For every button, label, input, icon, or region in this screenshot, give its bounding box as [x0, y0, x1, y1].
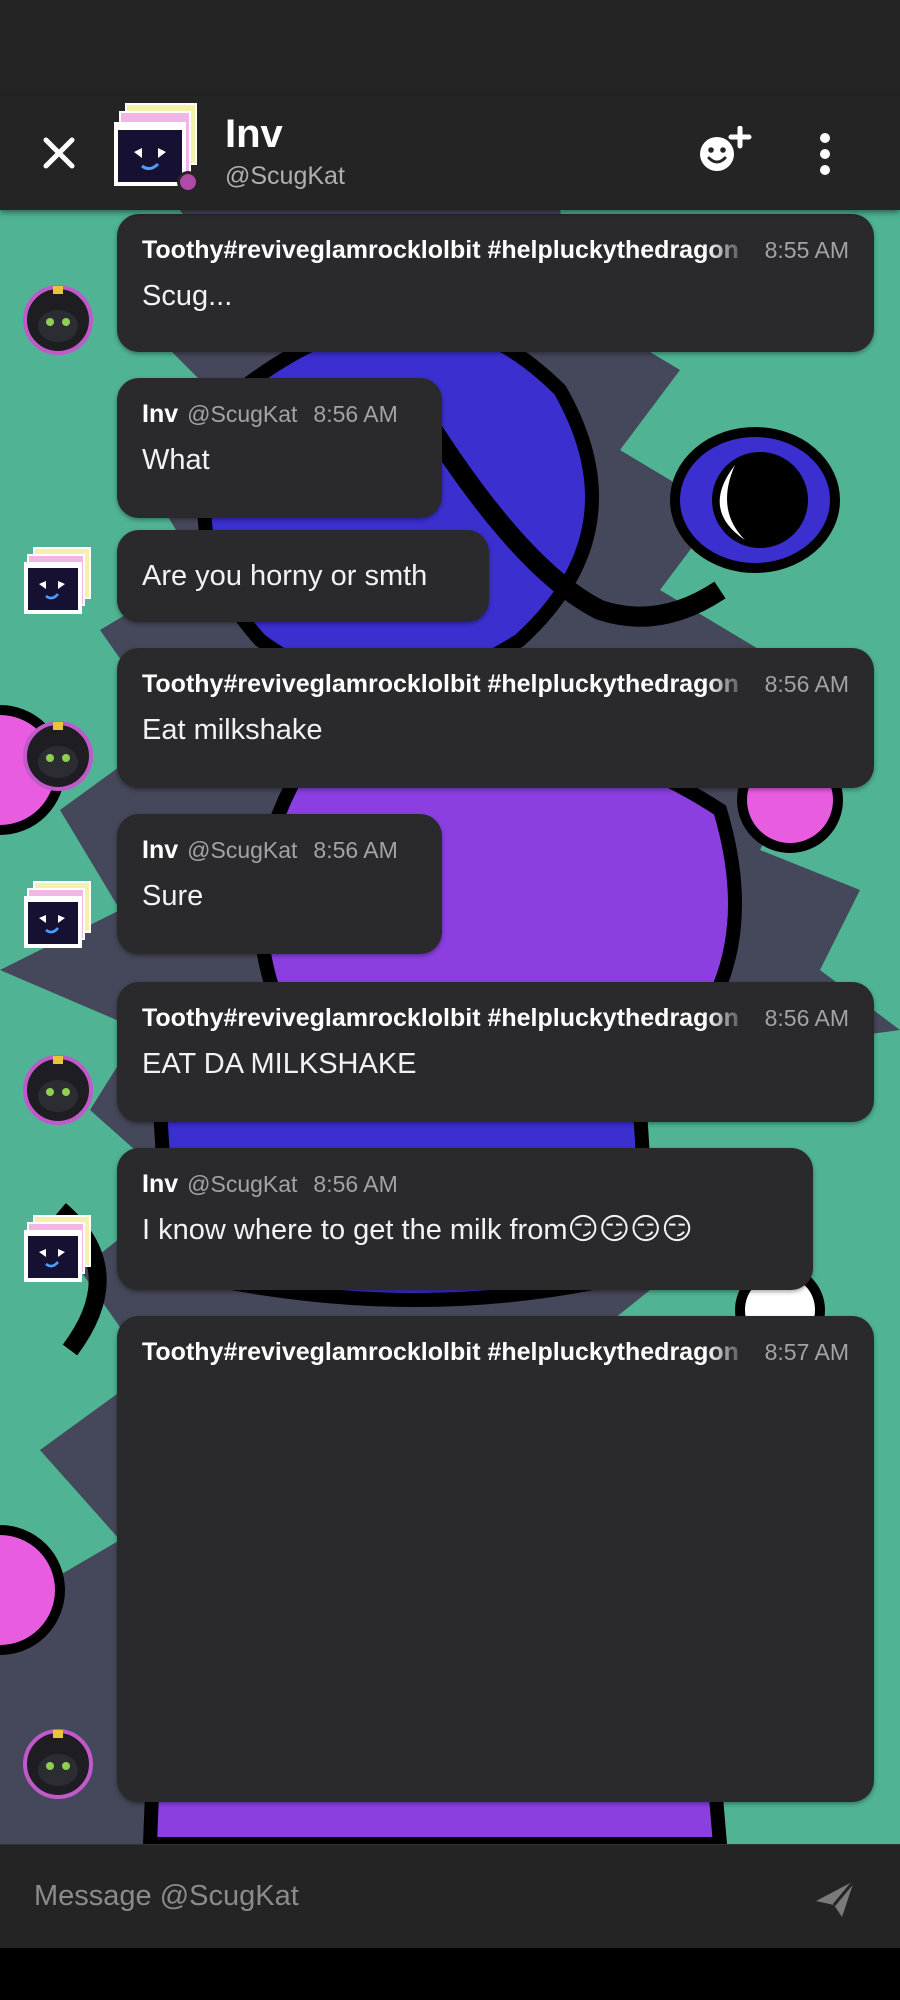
message-bubble[interactable]: Toothy#reviveglamrocklolbit #helpluckyth…	[117, 1316, 874, 1802]
message-bubble[interactable]: Toothy#reviveglamrocklolbit #helpluckyth…	[117, 648, 874, 788]
message-handle: @ScugKat	[187, 401, 298, 427]
add-user-icon	[700, 125, 752, 171]
message-time: 8:56 AM	[313, 401, 398, 427]
message-composer	[0, 1844, 900, 1948]
header-avatar[interactable]	[112, 102, 204, 194]
message-author[interactable]: Inv	[142, 836, 178, 865]
message-bubble[interactable]: Inv @ScugKat 8:56 AM Sure	[117, 814, 442, 954]
toothy-avatar[interactable]	[22, 1728, 94, 1800]
message-time: 8:55 AM	[764, 237, 849, 263]
message-text: Scug...	[142, 280, 233, 312]
status-bar	[0, 0, 900, 96]
close-icon	[43, 137, 75, 169]
chat-header: Inv @ScugKat	[0, 96, 900, 210]
add-friend-button[interactable]	[696, 125, 752, 178]
inv-avatar[interactable]	[22, 880, 94, 952]
toothy-avatar[interactable]	[22, 1054, 94, 1126]
message-author[interactable]: Inv	[142, 400, 178, 429]
message-input[interactable]	[34, 1873, 774, 1919]
message-list[interactable]: Toothy#reviveglamrocklolbit #helpluckyth…	[0, 210, 900, 1844]
more-options-button[interactable]	[810, 130, 840, 178]
more-vertical-icon	[820, 133, 830, 175]
message-author[interactable]: Toothy#reviveglamrocklolbit #helpluckyth…	[142, 1004, 749, 1033]
message-text: Are you horny or smth	[142, 560, 428, 592]
message-time: 8:56 AM	[764, 671, 849, 697]
message-author[interactable]: Inv	[142, 1170, 178, 1199]
message-time: 8:56 AM	[313, 837, 398, 863]
toothy-avatar[interactable]	[22, 720, 94, 792]
message-bubble[interactable]: Toothy#reviveglamrocklolbit #helpluckyth…	[117, 214, 874, 352]
message-bubble[interactable]: Inv @ScugKat 8:56 AM I know where to get t…	[117, 1148, 813, 1290]
status-dot	[180, 174, 196, 190]
message-bubble[interactable]: Are you horny or smth	[117, 530, 489, 622]
message-author[interactable]: Toothy#reviveglamrocklolbit #helpluckyth…	[142, 1338, 749, 1367]
inv-avatar[interactable]	[22, 1214, 94, 1286]
smirk-emoji: 😏😏😏😏	[567, 1212, 693, 1247]
toothy-avatar[interactable]	[22, 284, 94, 356]
message-text: Sure	[142, 880, 204, 912]
message-author[interactable]: Toothy#reviveglamrocklolbit #helpluckyth…	[142, 670, 749, 699]
message-time: 8:56 AM	[313, 1171, 398, 1197]
header-name: Inv	[225, 112, 283, 156]
header-handle: @ScugKat	[225, 162, 345, 190]
send-button[interactable]	[812, 1877, 858, 1921]
message-handle: @ScugKat	[187, 1171, 298, 1197]
message-text: EAT DA MILKSHAKE	[142, 1048, 417, 1080]
message-time: 8:57 AM	[764, 1339, 849, 1365]
message-text: Eat milkshake	[142, 714, 323, 746]
message-text: I know where to get the milk from	[142, 1214, 568, 1246]
inv-avatar[interactable]	[22, 546, 94, 618]
message-handle: @ScugKat	[187, 837, 298, 863]
message-text-container: I know where to get the milk from😏😏😏😏	[142, 1210, 788, 1250]
send-icon	[816, 1880, 856, 1917]
message-bubble[interactable]: Inv @ScugKat 8:56 AM What	[117, 378, 442, 518]
message-bubble[interactable]: Toothy#reviveglamrocklolbit #helpluckyth…	[117, 982, 874, 1122]
system-nav-bar	[0, 1948, 900, 2000]
close-button[interactable]	[36, 130, 82, 176]
message-author[interactable]: Toothy#reviveglamrocklolbit #helpluckyth…	[142, 236, 749, 265]
message-text: What	[142, 444, 210, 476]
message-time: 8:56 AM	[764, 1005, 849, 1031]
